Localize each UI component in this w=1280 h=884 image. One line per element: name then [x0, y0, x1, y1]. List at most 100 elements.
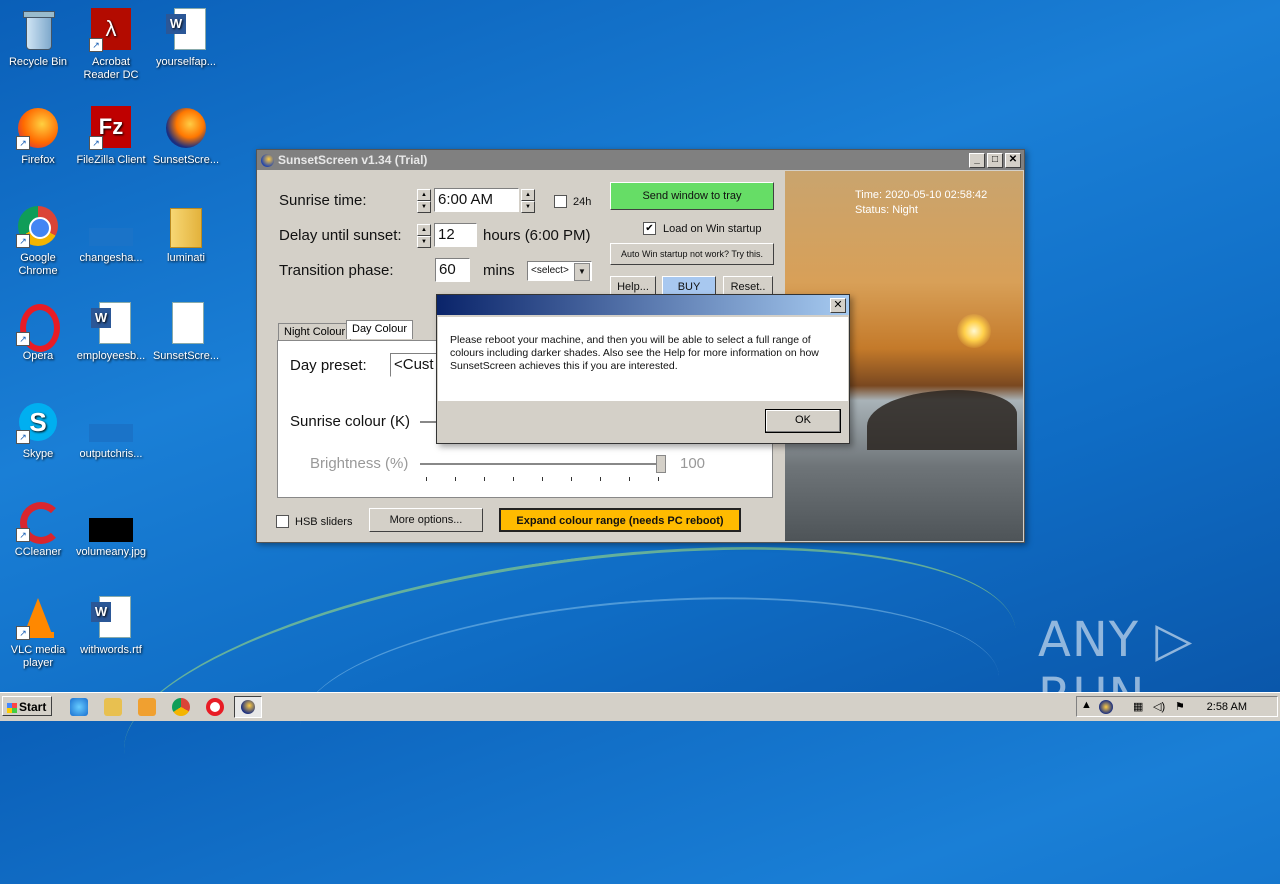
photo-status-text: Time: 2020-05-10 02:58:42 Status: Night — [855, 188, 987, 218]
desktop-icon-label: VLC media player — [10, 644, 66, 669]
dialog-titlebar[interactable] — [437, 295, 849, 315]
expand-colour-range-button[interactable]: Expand colour range (needs PC reboot) — [499, 508, 741, 532]
dialog-body: Please reboot your machine, and then you… — [438, 317, 848, 401]
dialog-message: Please reboot your machine, and then you… — [450, 334, 819, 372]
desktop-icon-label: outputchris... — [79, 448, 143, 460]
desktop-icon-label: yourselfap... — [156, 56, 216, 68]
opera-taskbar-icon[interactable] — [206, 698, 224, 716]
auto-startup-button[interactable]: Auto Win startup not work? Try this. — [610, 243, 774, 265]
transition-select[interactable]: <select> ▼ — [527, 261, 592, 281]
ok-button[interactable]: OK — [765, 409, 841, 433]
desktop-icon-label: volumeany.jpg — [75, 546, 147, 558]
start-button[interactable]: Start — [2, 696, 52, 716]
sunrise-time-field[interactable]: 6:00 AM — [434, 188, 519, 212]
hsb-checkbox[interactable] — [276, 515, 289, 528]
24h-checkbox[interactable] — [554, 195, 567, 208]
skype-icon: S ↗ — [16, 400, 60, 444]
word-doc-icon: W — [89, 302, 133, 346]
desktop-icon-vlc[interactable]: ↗ VLC media player — [0, 596, 76, 670]
show-hidden-icons[interactable]: ▲ — [1081, 699, 1092, 711]
desktop-icon-opera[interactable]: ↗ Opera — [0, 302, 76, 363]
desktop-icon-chrome[interactable]: ↗ Google Chrome — [0, 204, 76, 278]
desktop-icon-label: luminati — [167, 252, 205, 264]
desktop-icon-label: Firefox — [21, 154, 55, 166]
close-button[interactable]: ✕ — [1005, 153, 1021, 168]
chrome-taskbar-icon[interactable] — [172, 698, 190, 716]
media-player-icon[interactable] — [138, 698, 156, 716]
desktop-icon-label: FileZilla Client — [76, 154, 146, 166]
desktop-icon-acrobat[interactable]: λ ↗ Acrobat Reader DC — [73, 8, 149, 82]
flag-icon[interactable]: ⚑ — [1175, 700, 1185, 713]
status-state: Status: Night — [855, 204, 918, 216]
network-icon[interactable]: ▦ — [1133, 700, 1143, 713]
window-titlebar[interactable]: SunsetScreen v1.34 (Trial) _ □ ✕ — [257, 150, 1024, 170]
desktop-icon-employeesb[interactable]: W employeesb... — [73, 302, 149, 363]
sunsetscreen-tray-icon[interactable] — [1099, 700, 1113, 714]
delay-spinner[interactable]: ▲ ▼ — [417, 224, 431, 248]
dialog-close-button[interactable]: ✕ — [830, 298, 846, 313]
brightness-ticks — [426, 477, 662, 481]
sunsetscreen-icon — [261, 153, 274, 167]
day-preset-label: Day preset: — [290, 357, 367, 374]
word-doc-icon: W — [164, 8, 208, 52]
sunsetscreen-taskbar-button[interactable] — [234, 696, 262, 718]
delay-field[interactable]: 12 — [434, 223, 477, 247]
desktop-icon-sunsetscreen[interactable]: SunsetScre... — [148, 106, 224, 167]
sunrise-time-label: Sunrise time: — [279, 192, 367, 209]
desktop-icon-sunsetscreen-file[interactable]: SunsetScre... — [148, 302, 224, 363]
desktop-icon-label: employeesb... — [76, 350, 146, 362]
brightness-slider[interactable] — [420, 463, 664, 465]
start-label: Start — [19, 700, 47, 714]
desktop-icon-changesha[interactable]: changesha... — [73, 204, 149, 265]
sunsetscreen-icon — [241, 700, 255, 714]
hsb-label: HSB sliders — [295, 516, 353, 528]
chrome-icon: ↗ — [16, 204, 60, 248]
acrobat-icon: λ ↗ — [89, 8, 133, 52]
blank-document-icon — [164, 302, 208, 346]
status-time: Time: 2020-05-10 02:58:42 — [855, 189, 988, 201]
desktop-icon-filezilla[interactable]: Fz ↗ FileZilla Client — [73, 106, 149, 167]
word-doc-icon: W — [89, 596, 133, 640]
brightness-slider-thumb[interactable] — [656, 455, 666, 473]
tab-day-colour[interactable]: Day Colour — [346, 320, 414, 339]
minimize-button[interactable]: _ — [969, 153, 985, 168]
transition-field[interactable]: 60 — [435, 258, 470, 282]
desktop-icon-volumeany[interactable]: volumeany.jpg — [73, 498, 149, 559]
system-tray: ▲ ▦ ◁) ⚑ 2:58 AM — [1076, 696, 1278, 717]
desktop-icon-label: changesha... — [79, 252, 143, 264]
desktop-icon-withwords[interactable]: W withwords.rtf — [73, 596, 149, 657]
maximize-button[interactable]: □ — [987, 153, 1003, 168]
ie-icon[interactable] — [70, 698, 88, 716]
sunrise-colour-label: Sunrise colour (K) — [290, 413, 411, 430]
desktop-icon-yourselfap[interactable]: W yourselfap... — [148, 8, 224, 69]
desktop-icon-ccleaner[interactable]: ↗ CCleaner — [0, 498, 76, 559]
more-options-button[interactable]: More options... — [369, 508, 483, 532]
sunrise-spinner-left[interactable]: ▲ ▼ — [417, 189, 431, 213]
send-to-tray-button[interactable]: Send window to tray — [610, 182, 774, 210]
explorer-icon[interactable] — [104, 698, 122, 716]
brightness-value: 100 — [680, 455, 706, 472]
desktop-icon-luminati[interactable]: luminati — [148, 204, 224, 265]
blank-file-icon — [89, 400, 133, 444]
desktop-icon-recycle-bin[interactable]: Recycle Bin — [0, 8, 76, 69]
image-file-icon — [89, 498, 133, 542]
load-startup-label: Load on Win startup — [663, 223, 762, 235]
window-title: SunsetScreen v1.34 (Trial) — [278, 153, 428, 167]
transition-unit: mins — [483, 262, 515, 279]
windows-logo-icon — [7, 702, 17, 713]
load-startup-checkbox[interactable]: ✔ — [643, 222, 656, 235]
desktop-icon-outputchris[interactable]: outputchris... — [73, 400, 149, 461]
brightness-label: Brightness (%) — [310, 455, 409, 472]
desktop-icon-skype[interactable]: S ↗ Skype — [0, 400, 76, 461]
tab-night-colour[interactable]: Night Colour — [278, 323, 352, 340]
filezilla-icon: Fz ↗ — [89, 106, 133, 150]
sunrise-spinner-right[interactable]: ▲ ▼ — [521, 189, 535, 213]
firefox-icon: ↗ — [16, 106, 60, 150]
clock[interactable]: 2:58 AM — [1207, 701, 1247, 713]
desktop-icon-label: Google Chrome — [18, 252, 58, 277]
desktop-icon-firefox[interactable]: ↗ Firefox — [0, 106, 76, 167]
transition-select-value: <select> — [531, 265, 569, 276]
chevron-down-icon: ▼ — [574, 263, 590, 281]
volume-icon[interactable]: ◁) — [1153, 700, 1165, 713]
delay-label: Delay until sunset: — [279, 227, 402, 244]
